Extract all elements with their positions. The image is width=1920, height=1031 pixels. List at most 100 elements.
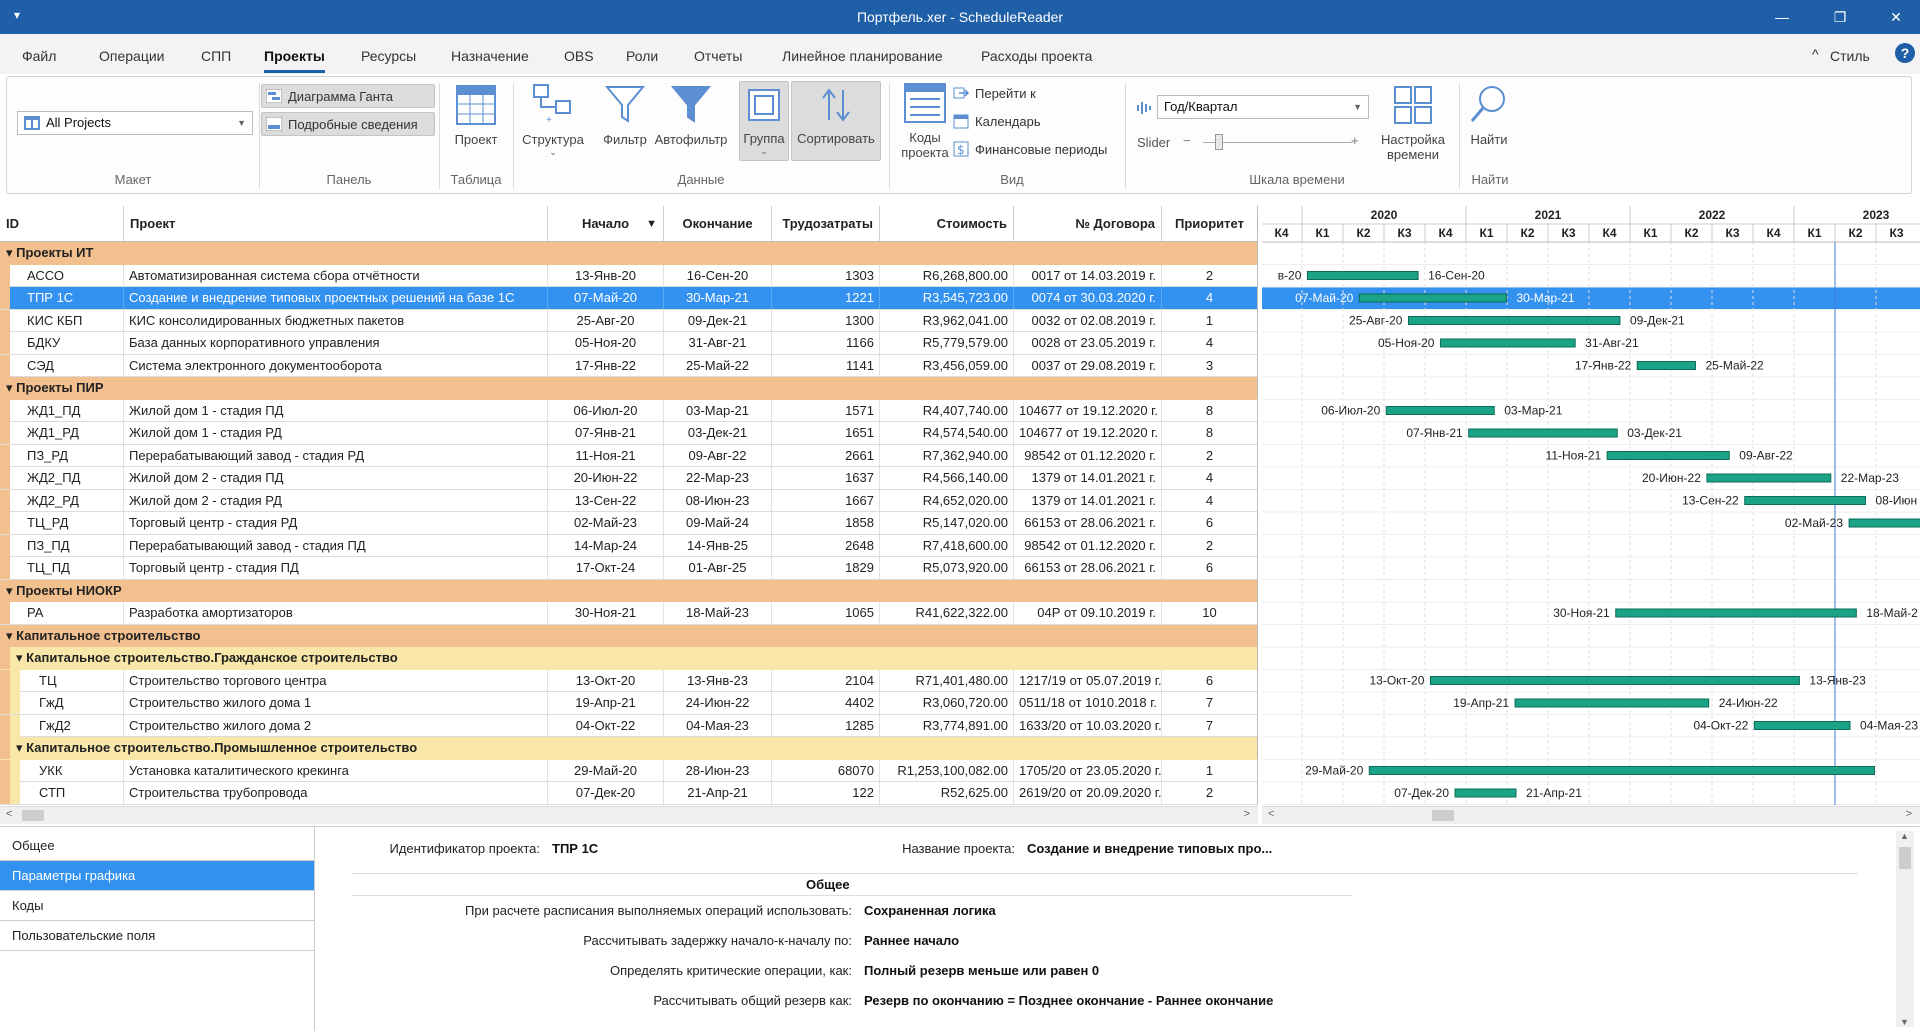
scroll-thumb[interactable]: [1432, 810, 1454, 821]
gantt-bar[interactable]: [1358, 293, 1507, 303]
gantt-bar[interactable]: [1606, 451, 1730, 460]
collapse-icon[interactable]: ▾: [6, 380, 16, 395]
group-row[interactable]: ▾ Капитальное строительство.Гражданское …: [0, 647, 1257, 670]
tab-codes[interactable]: Коды: [0, 891, 314, 921]
details-vertical-scrollbar[interactable]: ▲ ▼: [1896, 831, 1914, 1027]
gantt-bar[interactable]: [1706, 473, 1832, 483]
gantt-chart-toggle[interactable]: Диаграмма Ганта: [261, 84, 435, 108]
table-row[interactable]: СЭД Система электронного документооборота…: [0, 354, 1257, 377]
table-row[interactable]: ПЗ_ПД Перерабатывающий завод - стадия ПД 1…: [0, 534, 1257, 557]
group-row[interactable]: ▾ Капитальное строительство: [0, 624, 1257, 647]
tab-schedule-params[interactable]: Параметры графика: [0, 861, 314, 891]
gantt-bar[interactable]: [1514, 698, 1710, 708]
table-row[interactable]: СТП Строительства трубопровода 07-Дек-20 21…: [0, 782, 1257, 805]
timescale-combo[interactable]: Год/Квартал ▼: [1157, 95, 1369, 119]
slider-plus-button[interactable]: +: [1351, 133, 1359, 148]
table-row[interactable]: ТЦ_ПД Торговый центр - стадия ПД 17-Окт-24…: [0, 557, 1257, 580]
menu-wbs[interactable]: СПП: [201, 48, 231, 64]
scroll-down-icon[interactable]: ▼: [1900, 1017, 1909, 1027]
table-row[interactable]: ГжД2 Строительство жилого дома 2 04-Окт-22…: [0, 714, 1257, 737]
find-button[interactable]: Найти: [1463, 83, 1515, 147]
gantt-horizontal-scrollbar[interactable]: < >: [1262, 806, 1920, 824]
tab-custom-fields[interactable]: Пользовательские поля: [0, 921, 314, 951]
table-row[interactable]: ЖД2_ПД Жилой дом 2 - стадия ПД 20-Июн-22 22…: [0, 467, 1257, 490]
gantt-bar[interactable]: [1306, 271, 1419, 280]
scroll-right-icon[interactable]: >: [1906, 808, 1912, 820]
calendar-button[interactable]: Календарь: [953, 113, 1041, 129]
menu-reports[interactable]: Отчеты: [694, 48, 742, 64]
gantt-bar[interactable]: [1439, 338, 1576, 348]
help-icon[interactable]: ?: [1895, 43, 1915, 63]
group-row[interactable]: ▾ Капитальное строительство.Промышленное…: [0, 737, 1257, 760]
scroll-left-icon[interactable]: <: [1268, 808, 1274, 820]
gantt-bar[interactable]: [1753, 721, 1851, 730]
table-row[interactable]: ЖД1_РД Жилой дом 1 - стадия РД 07-Янв-21 03…: [0, 422, 1257, 445]
menu-obs[interactable]: OBS: [564, 48, 594, 64]
table-row[interactable]: ЖД2_РД Жилой дом 2 - стадия РД 13-Сен-22 08…: [0, 489, 1257, 512]
group-row[interactable]: ▾ Проекты ИТ: [0, 242, 1257, 265]
close-button[interactable]: ✕: [1874, 4, 1918, 30]
menu-assignment[interactable]: Назначение: [451, 48, 529, 64]
scroll-left-icon[interactable]: <: [6, 808, 12, 820]
layout-combo[interactable]: All Projects ▼: [17, 111, 253, 135]
table-row[interactable]: АССО Автоматизированная система сбора отч…: [0, 264, 1257, 287]
menu-operations[interactable]: Операции: [99, 48, 165, 64]
menu-projects[interactable]: Проекты: [264, 48, 325, 73]
grid-horizontal-scrollbar[interactable]: < >: [0, 806, 1258, 824]
scroll-thumb[interactable]: [1899, 847, 1911, 869]
table-row[interactable]: ТЦ_РД Торговый центр - стадия РД 02-Май-23…: [0, 512, 1257, 535]
gantt-bar[interactable]: [1636, 361, 1696, 370]
menu-linear-planning[interactable]: Линейное планирование: [782, 48, 943, 64]
group-button[interactable]: Группа ⌄: [739, 81, 789, 161]
collapse-icon[interactable]: ▾: [6, 245, 16, 260]
financial-periods-button[interactable]: $ Финансовые периоды: [953, 141, 1107, 157]
table-row[interactable]: ТЦ Строительство торгового центра 13-Окт-2…: [0, 669, 1257, 692]
table-row[interactable]: ПЗ_РД Перерабатывающий завод - стадия РД 1…: [0, 444, 1257, 467]
project-codes-button[interactable]: Коды проекта: [893, 83, 957, 160]
group-row[interactable]: ▾ Проекты НИОКР: [0, 579, 1257, 602]
column-header-project[interactable]: Проект: [124, 206, 548, 242]
gantt-bar[interactable]: [1848, 518, 1920, 528]
table-row[interactable]: УКК Установка каталитического крекинга 29-…: [0, 759, 1257, 782]
column-header-cost[interactable]: Стоимость: [880, 206, 1014, 242]
menu-resources[interactable]: Ресурсы: [361, 48, 416, 64]
slider-track[interactable]: [1203, 142, 1353, 143]
collapse-icon[interactable]: ▾: [6, 583, 16, 598]
table-row[interactable]: КИС КБП КИС консолидированных бюджетных п…: [0, 309, 1257, 332]
column-header-start[interactable]: Начало ▼: [548, 206, 664, 242]
gantt-bar[interactable]: [1429, 676, 1800, 685]
menu-file[interactable]: Файл: [22, 48, 56, 64]
scroll-up-icon[interactable]: ▲: [1900, 831, 1909, 841]
column-header-id[interactable]: ID: [0, 206, 124, 242]
project-table-button[interactable]: Проект: [447, 85, 505, 147]
slider-minus-button[interactable]: −: [1183, 133, 1191, 148]
gantt-bar[interactable]: [1744, 496, 1866, 505]
menu-roles[interactable]: Роли: [626, 48, 658, 64]
collapse-icon[interactable]: ▾: [16, 740, 26, 755]
table-row[interactable]: ГжД Строительство жилого дома 1 19-Апр-21 2…: [0, 692, 1257, 715]
scroll-right-icon[interactable]: >: [1244, 808, 1250, 820]
column-header-finish[interactable]: Окончание: [664, 206, 772, 242]
column-header-contract[interactable]: № Договора: [1014, 206, 1162, 242]
filter-button[interactable]: Фильтр: [593, 83, 657, 147]
scroll-thumb[interactable]: [22, 810, 44, 821]
gantt-bar[interactable]: [1468, 428, 1618, 438]
table-row[interactable]: РА Разработка амортизаторов 30-Ноя-21 18-Ма…: [0, 602, 1257, 625]
gantt-bar[interactable]: [1454, 788, 1517, 798]
table-row[interactable]: ЖД1_ПД Жилой дом 1 - стадия ПД 06-Июл-20 03…: [0, 399, 1257, 422]
collapse-ribbon-icon[interactable]: ^: [1812, 46, 1819, 62]
collapse-icon[interactable]: ▾: [6, 628, 16, 643]
goto-button[interactable]: Перейти к: [953, 85, 1036, 101]
minimize-button[interactable]: —: [1760, 4, 1804, 30]
tab-general[interactable]: Общее: [0, 831, 314, 861]
collapse-icon[interactable]: ▾: [16, 650, 26, 665]
gantt-bar[interactable]: [1368, 766, 1875, 775]
gantt-bar[interactable]: [1385, 406, 1495, 415]
column-header-work[interactable]: Трудозатраты: [772, 206, 880, 242]
column-header-priority[interactable]: Приоритет: [1162, 206, 1257, 242]
maximize-button[interactable]: ❐: [1818, 4, 1862, 30]
group-row[interactable]: ▾ Проекты ПИР: [0, 377, 1257, 400]
structure-button[interactable]: + Структура ⌄: [515, 83, 591, 158]
autofilter-button[interactable]: Автофильтр: [651, 83, 731, 147]
style-menu[interactable]: Стиль: [1830, 48, 1870, 64]
